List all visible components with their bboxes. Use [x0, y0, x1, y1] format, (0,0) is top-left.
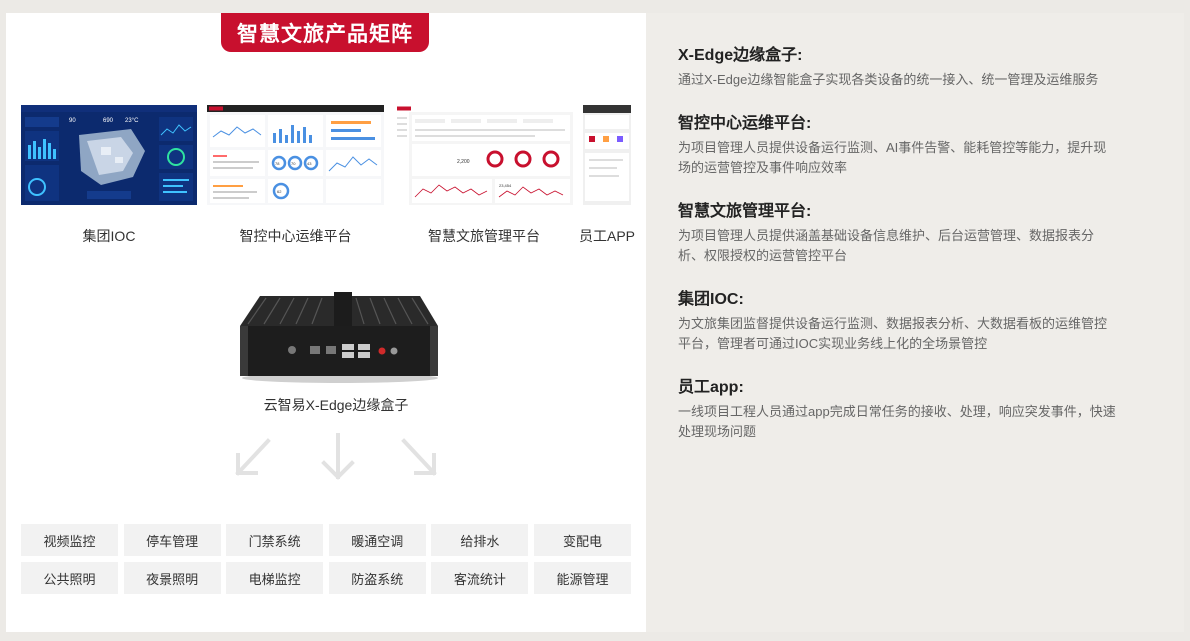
subsystem-item-parking[interactable]: 停车管理 — [123, 524, 221, 556]
subsystem-item-water[interactable]: 给排水 — [431, 524, 529, 556]
subsystem-item-hvac[interactable]: 暖通空调 — [328, 524, 426, 556]
subsystem-item-energy[interactable]: 能源管理 — [533, 562, 631, 594]
ioc-kpi-1: 90 — [69, 118, 76, 124]
desc-x-edge-text: 通过X-Edge边缘智能盒子实现各类设备的统一接入、统一管理及运维服务 — [678, 70, 1158, 90]
desc-mgmt-platform: 智慧文旅管理平台: 为项目管理人员提供涵盖基础设备信息维护、后台运营管理、数据报… — [678, 202, 1158, 266]
desc-ioc-text: 为文旅集团监督提供设备运行监测、数据报表分析、大数据看板的运维管控 平台，管理者… — [678, 314, 1158, 354]
flow-arrows — [228, 433, 438, 483]
subsystem-item-video[interactable]: 视频监控 — [21, 524, 118, 556]
desc-staff-app-line-1: 一线项目工程人员通过app完成日常任务的接收、处理，响应突发事件，快速 — [678, 404, 1116, 419]
desc-ioc: 集团IOC: 为文旅集团监督提供设备运行监测、数据报表分析、大数据看板的运维管控… — [678, 290, 1158, 354]
staff-app-image — [583, 105, 631, 205]
x-edge-box-caption: 云智易X-Edge边缘盒子 — [263, 397, 409, 413]
ops-platform-screenshot[interactable]: 78 70 43 62 — [207, 105, 384, 205]
staff-app-screenshot[interactable] — [583, 105, 631, 205]
subsystem-item-access[interactable]: 门禁系统 — [226, 524, 324, 556]
mgmt-platform-screenshot[interactable]: 2,200 23,454 — [395, 105, 573, 205]
arrow-down-right-icon — [401, 438, 437, 476]
desc-mgmt-platform-line-2: 析、权限授权的运营管控平台 — [678, 248, 848, 263]
arrow-down-left-icon — [235, 438, 271, 476]
ioc-label: 集团IOC — [82, 228, 136, 244]
desc-x-edge: X-Edge边缘盒子: 通过X-Edge边缘智能盒子实现各类设备的统一接入、统一… — [678, 46, 1158, 90]
mgmt-platform-label: 智慧文旅管理平台 — [428, 228, 540, 244]
ops-kpi-1: 78 — [275, 161, 280, 166]
ioc-kpi-2: 690 — [103, 118, 114, 124]
desc-ops-platform: 智控中心运维平台: 为项目管理人员提供设备运行监测、AI事件告警、能耗管控等能力… — [678, 114, 1158, 178]
ops-kpi-3: 43 — [307, 161, 312, 166]
ioc-screenshot[interactable]: 90 690 23°C — [21, 105, 197, 205]
desc-x-edge-line-1: 通过X-Edge边缘智能盒子实现各类设备的统一接入、统一管理及运维服务 — [678, 72, 1099, 87]
mgmt-kpi-1: 2,200 — [457, 159, 470, 165]
subsystem-item-elevator[interactable]: 电梯监控 — [226, 562, 324, 594]
desc-mgmt-platform-text: 为项目管理人员提供涵盖基础设备信息维护、后台运营管理、数据报表分 析、权限授权的… — [678, 226, 1158, 266]
product-descriptions-panel: X-Edge边缘盒子: 通过X-Edge边缘智能盒子实现各类设备的统一接入、统一… — [646, 13, 1184, 632]
desc-x-edge-title: X-Edge边缘盒子: — [678, 47, 803, 64]
arrow-down-icon — [321, 433, 355, 480]
desc-ops-platform-line-2: 场的运营管控及事件响应效率 — [678, 160, 848, 175]
desc-ioc-line-2: 平台，管理者可通过IOC实现业务线上化的全场景管控 — [678, 336, 988, 351]
subsystem-item-power[interactable]: 变配电 — [533, 524, 631, 556]
matrix-banner-title: 智慧文旅产品矩阵 — [221, 13, 429, 52]
ioc-dashboard-image: 90 690 23°C — [21, 105, 197, 205]
desc-ioc-line-1: 为文旅集团监督提供设备运行监测、数据报表分析、大数据看板的运维管控 — [678, 316, 1108, 331]
subsystem-item-visitor-count[interactable]: 客流统计 — [431, 562, 529, 594]
desc-staff-app: 员工app: 一线项目工程人员通过app完成日常任务的接收、处理，响应突发事件，… — [678, 378, 1158, 442]
desc-ioc-title: 集团IOC: — [678, 291, 744, 308]
ops-platform-label: 智控中心运维平台 — [239, 228, 352, 244]
product-matrix-card: 智慧文旅产品矩阵 90 690 23°C 集团IOC 78 70 43 62 智… — [6, 13, 646, 632]
mgmt-dashboard-image: 2,200 23,454 — [395, 105, 573, 205]
ops-dashboard-image: 78 70 43 62 — [207, 105, 384, 205]
mgmt-kpi-2: 23,454 — [499, 183, 512, 188]
ops-kpi-4: 62 — [277, 189, 282, 194]
ops-kpi-2: 70 — [291, 161, 296, 166]
desc-mgmt-platform-line-1: 为项目管理人员提供涵盖基础设备信息维护、后台运营管理、数据报表分 — [678, 228, 1095, 243]
subsystem-grid: 视频监控 停车管理 门禁系统 暖通空调 给排水 变配电 公共照明 夜景照明 电梯… — [21, 524, 631, 594]
desc-mgmt-platform-title: 智慧文旅管理平台: — [678, 203, 812, 220]
subsystem-item-public-lighting[interactable]: 公共照明 — [21, 562, 118, 594]
desc-ops-platform-text: 为项目管理人员提供设备运行监测、AI事件告警、能耗管控等能力，提升现 场的运营管… — [678, 138, 1158, 178]
subsystem-item-security[interactable]: 防盗系统 — [328, 562, 426, 594]
ioc-kpi-3: 23°C — [125, 118, 139, 124]
desc-staff-app-line-2: 处理现场问题 — [678, 424, 757, 439]
staff-app-label: 员工APP — [578, 228, 635, 244]
desc-ops-platform-title: 智控中心运维平台: — [678, 115, 812, 132]
desc-staff-app-title: 员工app: — [678, 379, 744, 396]
desc-staff-app-text: 一线项目工程人员通过app完成日常任务的接收、处理，响应突发事件，快速 处理现场… — [678, 402, 1158, 442]
x-edge-box-image — [236, 290, 441, 384]
subsystem-item-night-lighting[interactable]: 夜景照明 — [123, 562, 221, 594]
desc-ops-platform-line-1: 为项目管理人员提供设备运行监测、AI事件告警、能耗管控等能力，提升现 — [678, 140, 1107, 155]
